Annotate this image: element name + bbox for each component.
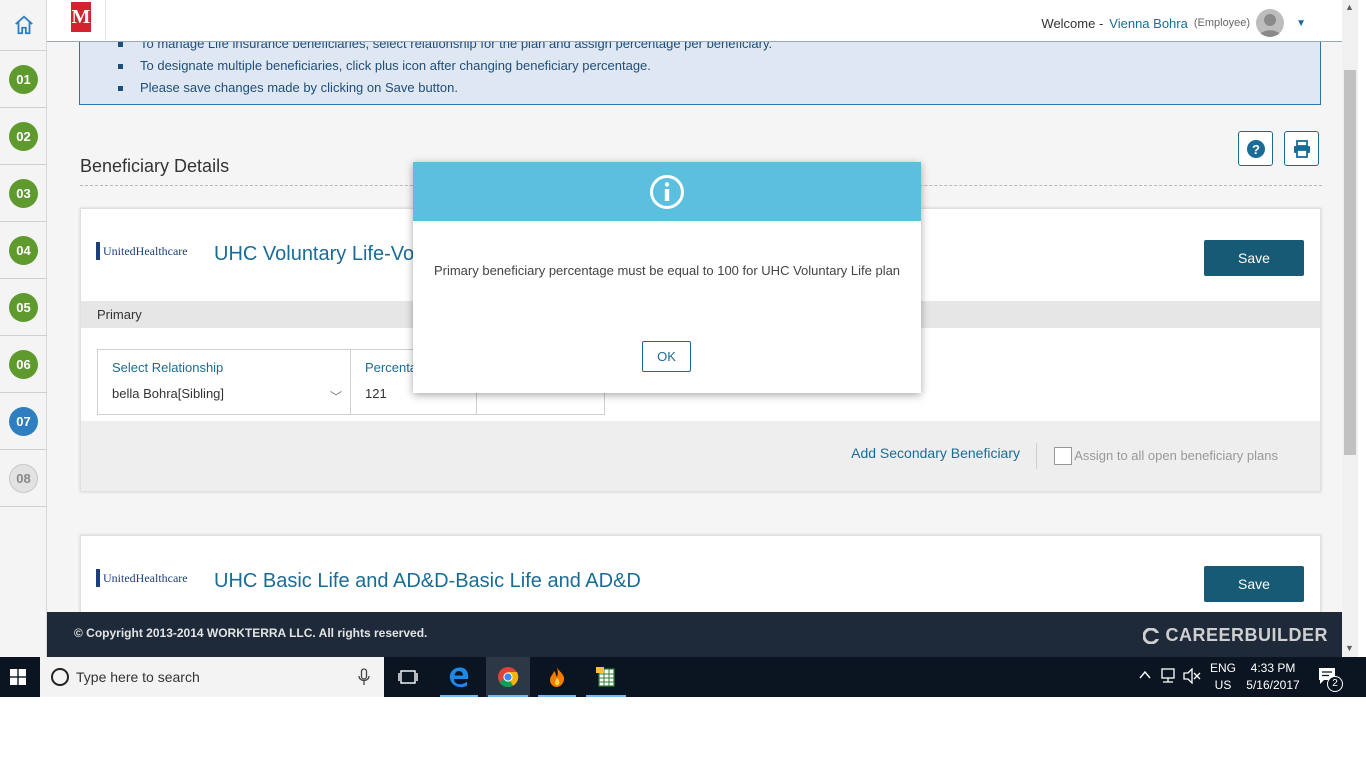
microphone-icon[interactable] (358, 668, 370, 686)
chevron-up-icon (1139, 670, 1151, 679)
running-indicator (488, 695, 528, 697)
clock-date: 5/16/2017 (1246, 678, 1300, 692)
volume-tray[interactable] (1182, 667, 1202, 687)
cortana-icon (51, 668, 69, 686)
edge-icon (449, 667, 469, 688)
taskbar-search[interactable]: Type here to search (40, 657, 384, 697)
info-icon (650, 174, 684, 209)
window-edge (1358, 0, 1366, 657)
clock-time: 4:33 PM (1250, 661, 1296, 675)
taskbar-edge[interactable] (438, 657, 480, 697)
vertical-scrollbar[interactable]: ▲ ▼ (1342, 0, 1358, 657)
task-view-button[interactable] (388, 657, 428, 697)
task-view-icon (398, 670, 418, 684)
clock[interactable]: 4:33 PM 5/16/2017 (1240, 660, 1306, 694)
show-hidden-icons[interactable] (1136, 668, 1154, 685)
notification-count: 2 (1327, 676, 1343, 692)
taskbar-app-sheet[interactable] (584, 657, 628, 697)
taskbar: Type here to search ENG US 4:33 PM 5/16/… (0, 657, 1366, 697)
running-indicator (440, 695, 478, 697)
flame-icon (550, 667, 565, 687)
volume-muted-icon (1183, 667, 1201, 685)
running-indicator (538, 695, 576, 697)
browser-viewport: 01 02 03 04 05 06 07 08 M Welcome - Vien… (0, 0, 1366, 697)
region-code: US (1214, 678, 1232, 692)
dialog-message: Primary beneficiary percentage must be e… (433, 263, 901, 278)
start-button[interactable] (0, 657, 36, 697)
network-icon (1161, 668, 1175, 683)
running-indicator (586, 695, 626, 697)
scrollbar-thumb[interactable] (1344, 70, 1356, 455)
chrome-icon (498, 667, 519, 688)
action-center[interactable]: 2 (1312, 666, 1343, 692)
network-tray[interactable] (1158, 668, 1178, 687)
dialog-header (413, 162, 921, 221)
ok-button[interactable]: OK (642, 341, 691, 372)
windows-icon (10, 669, 26, 685)
scroll-up-icon[interactable]: ▲ (1345, 2, 1354, 12)
spreadsheet-icon (596, 667, 615, 687)
search-placeholder: Type here to search (76, 669, 200, 685)
scroll-down-icon[interactable]: ▼ (1345, 643, 1354, 653)
taskbar-chrome[interactable] (486, 657, 530, 697)
alert-dialog: Primary beneficiary percentage must be e… (413, 162, 921, 393)
taskbar-app-flame[interactable] (536, 657, 578, 697)
language-code: ENG (1209, 661, 1236, 675)
input-language[interactable]: ENG US (1206, 660, 1240, 694)
